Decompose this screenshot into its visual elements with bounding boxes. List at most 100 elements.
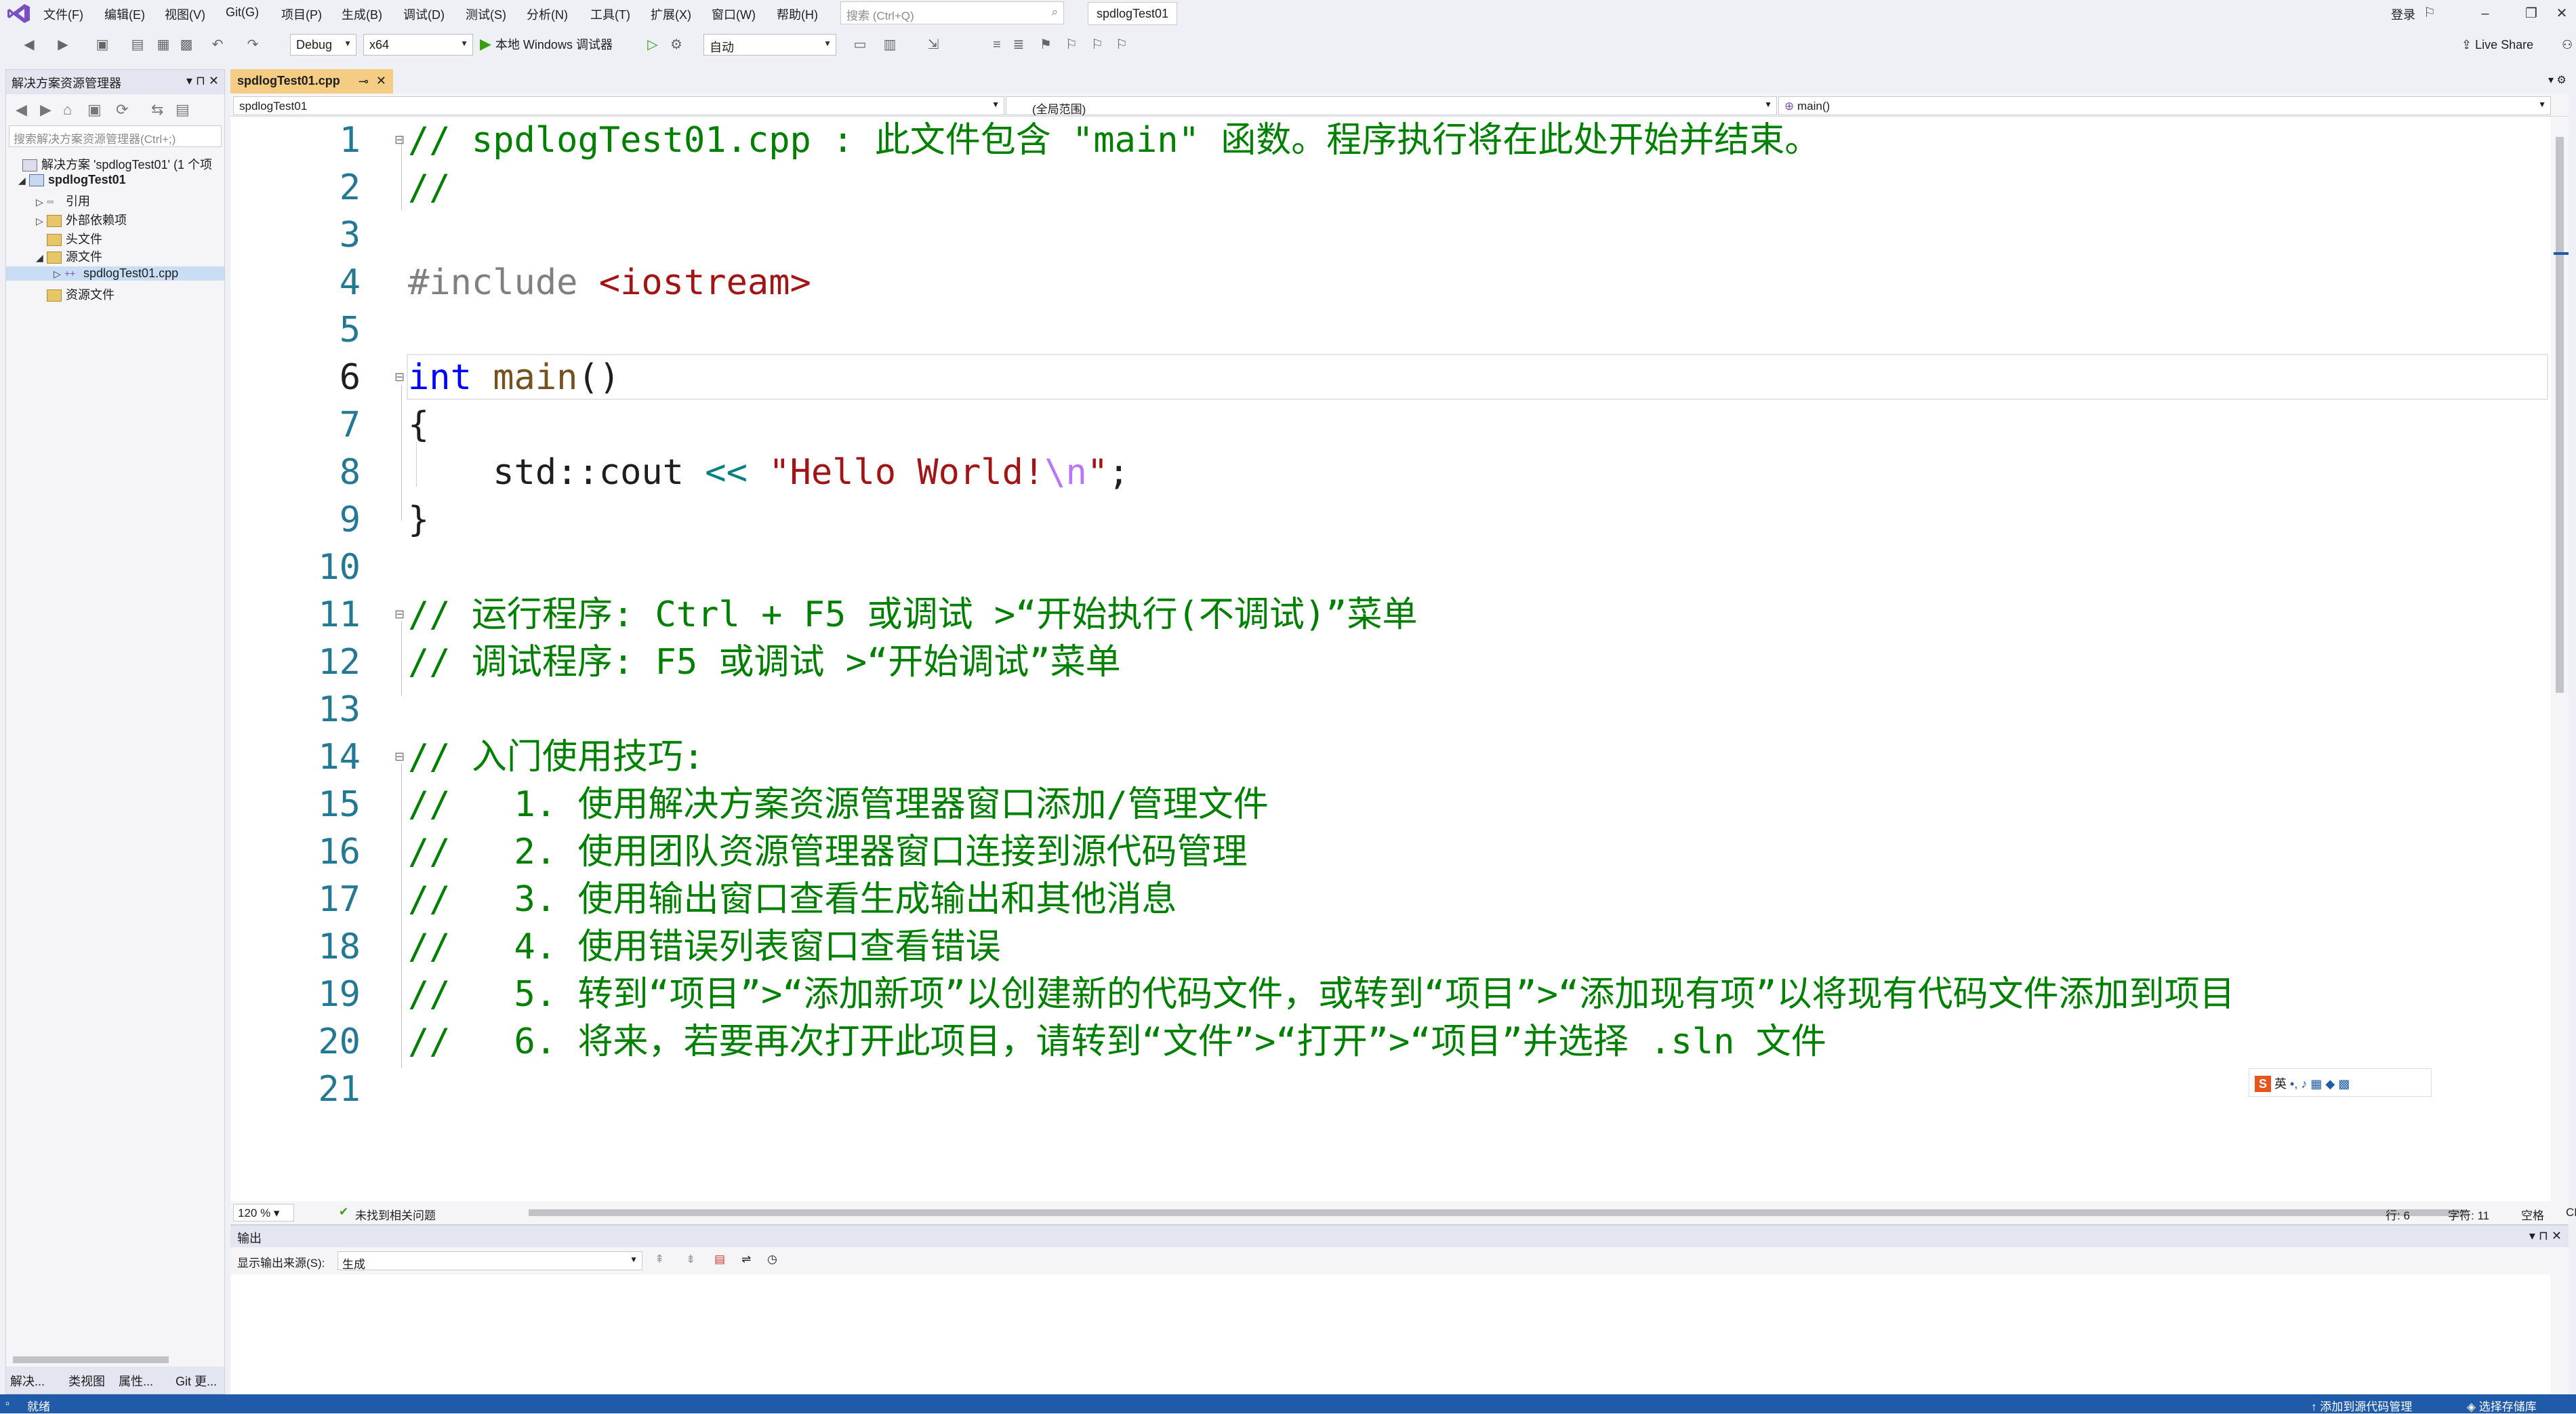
tree-item-external-deps[interactable]: ▷ 外部依赖项 (36, 211, 127, 228)
clear-all-icon[interactable]: ▤ (714, 1253, 725, 1266)
menu-git[interactable]: Git(G) (226, 5, 259, 20)
expand-icon[interactable]: ◢ (36, 252, 47, 264)
window-layout-icon[interactable]: ▥ (881, 36, 899, 54)
tab-properties[interactable]: 属性... (119, 1372, 153, 1390)
select-repo-button[interactable]: ◈ 选择存储库 (2467, 1397, 2537, 1414)
expand-icon[interactable]: ▷ (36, 216, 47, 227)
back-icon[interactable]: ◀ (16, 101, 27, 119)
run-without-debug-icon[interactable]: ▷ (644, 36, 661, 54)
line-indicator[interactable]: 行: 6 (2386, 1206, 2410, 1223)
expand-icon[interactable]: ◢ (18, 175, 29, 186)
tree-item-solution[interactable]: 解决方案 'spdlogTest01' (1 个项 (22, 155, 212, 173)
bookmark-next-icon[interactable]: ⚐ (1088, 36, 1106, 54)
menu-view[interactable]: 视图(V) (165, 5, 205, 23)
expand-icon[interactable]: ▷ (36, 197, 47, 208)
scope-dropdown[interactable]: (全局范围) ▼ (1006, 96, 1777, 116)
forward-icon[interactable]: ▶ (54, 36, 72, 54)
collapse-icon[interactable]: ⊟ (394, 607, 405, 622)
minimize-button[interactable]: – (2465, 2, 2506, 25)
configuration-select[interactable]: Debug ▼ (290, 34, 356, 56)
undo-icon[interactable]: ↶ (209, 36, 226, 54)
save-all-icon[interactable]: ▩ (178, 36, 195, 54)
horizontal-scrollbar[interactable] (13, 1356, 169, 1363)
solution-config-select[interactable]: 自动 ▼ (703, 34, 836, 56)
tree-item-headers[interactable]: 头文件 (47, 230, 102, 247)
refresh-icon[interactable]: ⇆ (151, 101, 163, 119)
tab-solution-explorer[interactable]: 解决... (10, 1372, 45, 1390)
menu-tools[interactable]: 工具(T) (590, 5, 630, 23)
menu-window[interactable]: 窗口(W) (712, 5, 756, 23)
ime-tools-icon[interactable]: •, ♪ ▦ ◆ ▩ (2290, 1077, 2350, 1091)
tree-item-references[interactable]: ▷ ▫▫ 引用 (36, 192, 90, 209)
close-tab-icon[interactable]: ✕ (376, 74, 386, 88)
menu-edit[interactable]: 编辑(E) (104, 5, 145, 23)
tab-spdlogtest01-cpp[interactable]: spdlogTest01.cpp ⊸ ✕ (230, 69, 393, 94)
feedback-icon[interactable]: ⚇ (2562, 38, 2573, 52)
menu-help[interactable]: 帮助(H) (777, 5, 818, 23)
login-link[interactable]: 登录 (2391, 5, 2415, 23)
tab-list-icon[interactable]: ▾ ⚙ (2548, 73, 2567, 87)
member-dropdown[interactable]: ⊕ main() ▼ (1778, 96, 2551, 115)
tree-item-project[interactable]: ◢ spdlogTest01 (18, 173, 126, 187)
close-panel-icon[interactable]: ▾ ⊓ ✕ (186, 74, 219, 88)
project-dropdown[interactable]: spdlogTest01 ▼ (233, 96, 1004, 115)
live-share-button[interactable]: ⇪ Live Share (2461, 38, 2533, 52)
platform-select[interactable]: x64 ▼ (363, 34, 473, 56)
bookmark-icon[interactable]: ⚑ (1037, 36, 1055, 54)
close-window-button[interactable]: ✕ (2548, 2, 2575, 25)
horizontal-scrollbar[interactable] (529, 1209, 2467, 1216)
tab-git-changes[interactable]: Git 更... (176, 1372, 217, 1390)
folder-icon[interactable]: ▭ (851, 36, 869, 54)
open-icon[interactable]: ▤ (129, 36, 146, 54)
issues-label[interactable]: 未找到相关问题 (355, 1206, 436, 1223)
solution-search-input[interactable]: 搜索解决方案资源管理器(Ctrl+;) (9, 125, 222, 147)
menu-extensions[interactable]: 扩展(X) (651, 5, 691, 23)
menu-build[interactable]: 生成(B) (342, 5, 382, 23)
back-icon[interactable]: ◀ (20, 36, 38, 54)
pin-icon[interactable]: ⊸ (359, 75, 369, 89)
save-icon[interactable]: ▦ (155, 36, 172, 54)
bookmark-prev-icon[interactable]: ⚐ (1063, 36, 1080, 54)
tree-item-sources[interactable]: ◢ 源文件 (36, 247, 102, 265)
uncomment-icon[interactable]: ≣ (1010, 36, 1027, 54)
menu-file[interactable]: 文件(F) (43, 5, 83, 23)
line-ending-indicator[interactable]: CRLF (2566, 1206, 2576, 1219)
menu-debug[interactable]: 调试(D) (403, 5, 445, 23)
switch-views-icon[interactable]: ▣ (87, 101, 102, 119)
add-source-control-button[interactable]: ↑ 添加到源代码管理 (2311, 1397, 2412, 1414)
menu-analyze[interactable]: 分析(N) (527, 5, 568, 23)
tree-item-resources[interactable]: 资源文件 (47, 285, 115, 303)
zoom-select[interactable]: 120 % ▾ (233, 1204, 294, 1221)
output-text-area[interactable] (230, 1274, 2551, 1396)
attach-icon[interactable]: ⚙ (668, 36, 685, 54)
goto-prev-icon[interactable]: ⇞ (655, 1253, 664, 1266)
menu-test[interactable]: 测试(S) (466, 5, 506, 23)
whitespace-indicator[interactable]: 空格 (2521, 1206, 2544, 1223)
vertical-scrollbar[interactable] (2551, 117, 2569, 1203)
sync-icon[interactable]: ⟳ (116, 101, 128, 119)
bookmark-clear-icon[interactable]: ⚐ (1113, 36, 1130, 54)
tab-class-view[interactable]: 类视图 (68, 1372, 105, 1390)
word-wrap-icon[interactable]: ⇌ (741, 1253, 751, 1266)
menu-project[interactable]: 项目(P) (281, 5, 322, 23)
collapse-icon[interactable]: ⊟ (394, 370, 405, 384)
account-icon[interactable]: ⚐ (2424, 4, 2436, 21)
redo-icon[interactable]: ↷ (244, 36, 262, 54)
expand-icon[interactable]: ▷ (54, 268, 64, 280)
close-panel-icon[interactable]: ▾ ⊓ ✕ (2529, 1229, 2562, 1243)
step-icon[interactable]: ⇲ (924, 36, 942, 54)
search-input[interactable]: 搜索 (Ctrl+Q) ⌕ (840, 1, 1064, 24)
comment-icon[interactable]: ≡ (988, 36, 1006, 54)
scrollbar-thumb[interactable] (2556, 137, 2564, 693)
collapse-all-icon[interactable]: ▤ (176, 101, 190, 119)
forward-icon[interactable]: ▶ (40, 101, 52, 119)
goto-next-icon[interactable]: ⇟ (686, 1253, 695, 1266)
output-source-select[interactable]: 生成 ▼ (338, 1251, 642, 1271)
ime-language[interactable]: 英 (2274, 1077, 2287, 1091)
new-project-icon[interactable]: ▣ (94, 36, 111, 54)
start-debugging-button[interactable]: ▶ 本地 Windows 调试器 (480, 35, 613, 53)
ime-toolbar[interactable]: S 英 •, ♪ ▦ ◆ ▩ (2249, 1068, 2432, 1097)
maximize-button[interactable]: ❐ (2511, 2, 2552, 25)
column-indicator[interactable]: 字符: 11 (2448, 1206, 2489, 1223)
clock-icon[interactable]: ◷ (767, 1253, 777, 1266)
